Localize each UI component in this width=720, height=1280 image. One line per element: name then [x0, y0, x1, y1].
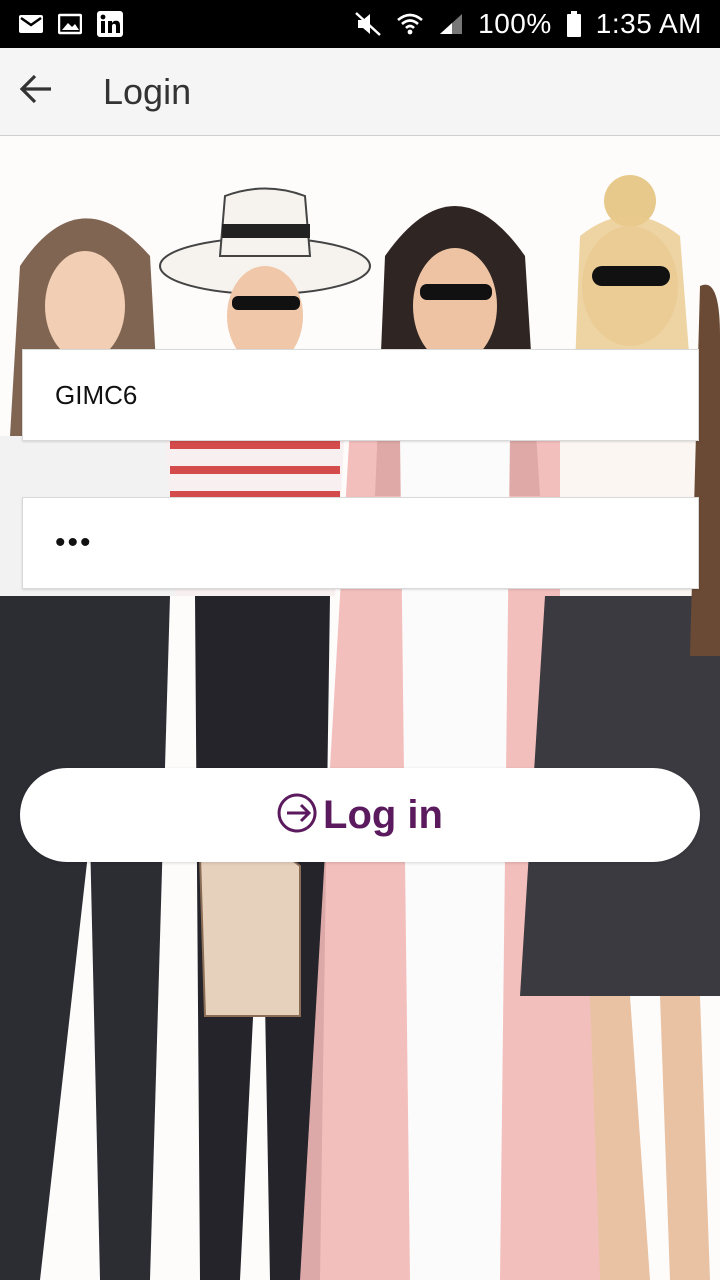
battery-percent: 100%	[478, 8, 552, 39]
signal-icon	[438, 12, 464, 36]
status-right-icons: 100% 1:35 AM	[354, 8, 702, 40]
gmail-icon	[18, 13, 44, 35]
app-bar: Login	[0, 48, 720, 136]
page-title: Login	[103, 70, 192, 112]
gallery-icon	[58, 13, 82, 35]
fashion-illustration	[0, 136, 720, 1280]
linkedin-icon	[96, 10, 124, 38]
username-field[interactable]	[22, 349, 699, 441]
status-left-icons	[18, 10, 124, 38]
login-button[interactable]: Log in	[20, 768, 700, 862]
clock: 1:35 AM	[595, 8, 702, 39]
fashion-illustration-background	[0, 136, 720, 1280]
status-bar: 100% 1:35 AM	[0, 0, 720, 48]
mute-icon	[354, 11, 382, 37]
login-label: Log in	[323, 792, 443, 837]
username-input[interactable]	[55, 379, 698, 411]
wifi-icon	[396, 11, 424, 37]
password-field[interactable]	[22, 497, 699, 589]
back-button[interactable]	[4, 60, 68, 124]
battery-icon	[566, 10, 582, 38]
arrow-left-icon	[18, 73, 54, 110]
login-arrow-icon	[277, 791, 321, 840]
password-input[interactable]	[55, 526, 698, 560]
